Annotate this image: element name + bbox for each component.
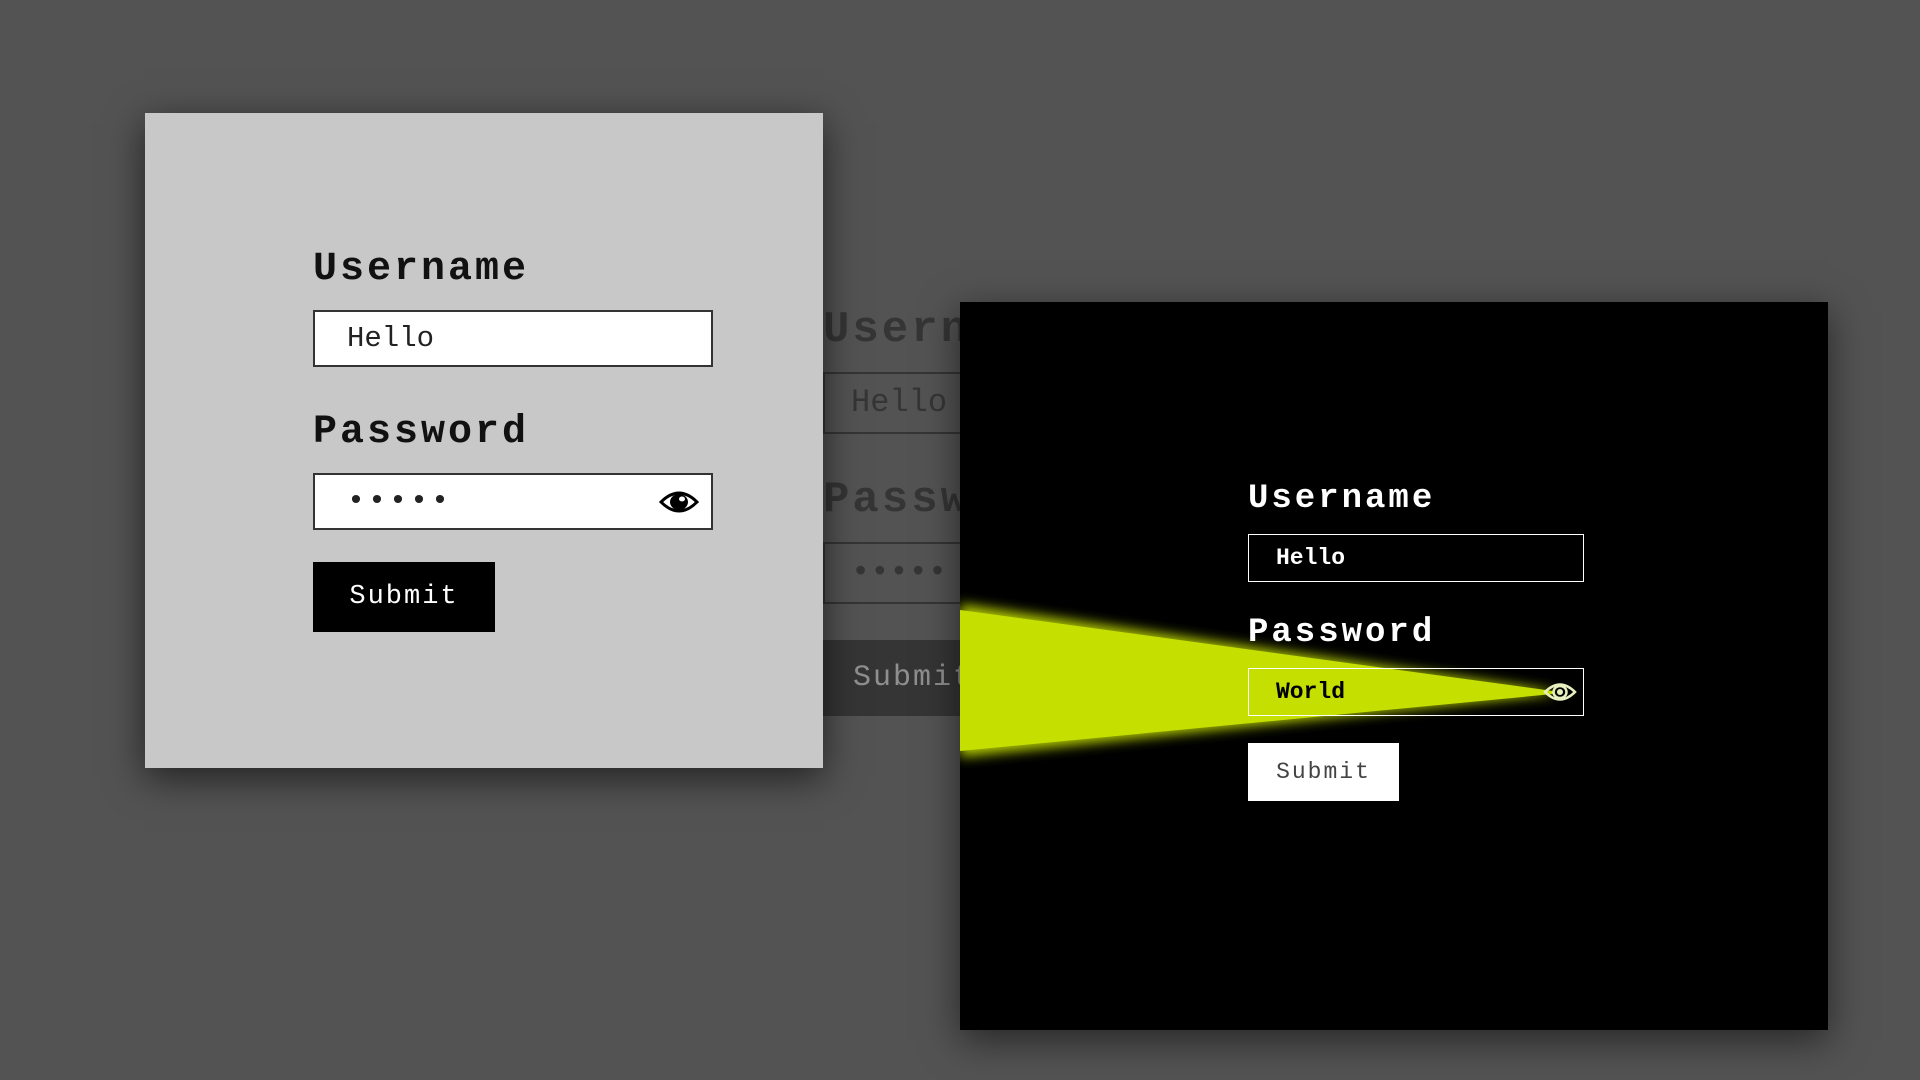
eye-icon[interactable]	[658, 488, 700, 516]
light-submit-button[interactable]: Submit	[313, 562, 495, 632]
light-username-label: Username	[313, 247, 530, 292]
dark-login-form: Username Hello Password World Submit	[1248, 482, 1584, 801]
stage: Username Hello Password ••••• Submit Use…	[0, 0, 1920, 1080]
dark-username-label: Username	[1248, 480, 1436, 518]
ghost-password-value: •••••	[851, 554, 948, 591]
eye-icon[interactable]	[1543, 680, 1577, 704]
light-login-form: Username Hello Password ••••• Submit	[313, 250, 713, 632]
dark-password-input[interactable]: World	[1248, 668, 1584, 716]
dark-username-value: Hello	[1276, 544, 1346, 571]
light-password-input[interactable]: •••••	[313, 473, 713, 530]
light-login-card: Username Hello Password ••••• Submit	[145, 113, 823, 768]
dark-login-card: Username Hello Password World Submit	[960, 302, 1828, 1030]
dark-submit-button[interactable]: Submit	[1248, 743, 1399, 801]
light-password-value: •••••	[347, 484, 453, 519]
dark-username-input[interactable]: Hello	[1248, 534, 1584, 582]
light-password-label: Password	[313, 410, 530, 455]
dark-password-label: Password	[1248, 614, 1436, 652]
light-username-input[interactable]: Hello	[313, 310, 713, 367]
light-username-value: Hello	[347, 322, 435, 355]
ghost-username-value: Hello	[851, 384, 948, 421]
dark-password-value: World	[1276, 678, 1346, 705]
